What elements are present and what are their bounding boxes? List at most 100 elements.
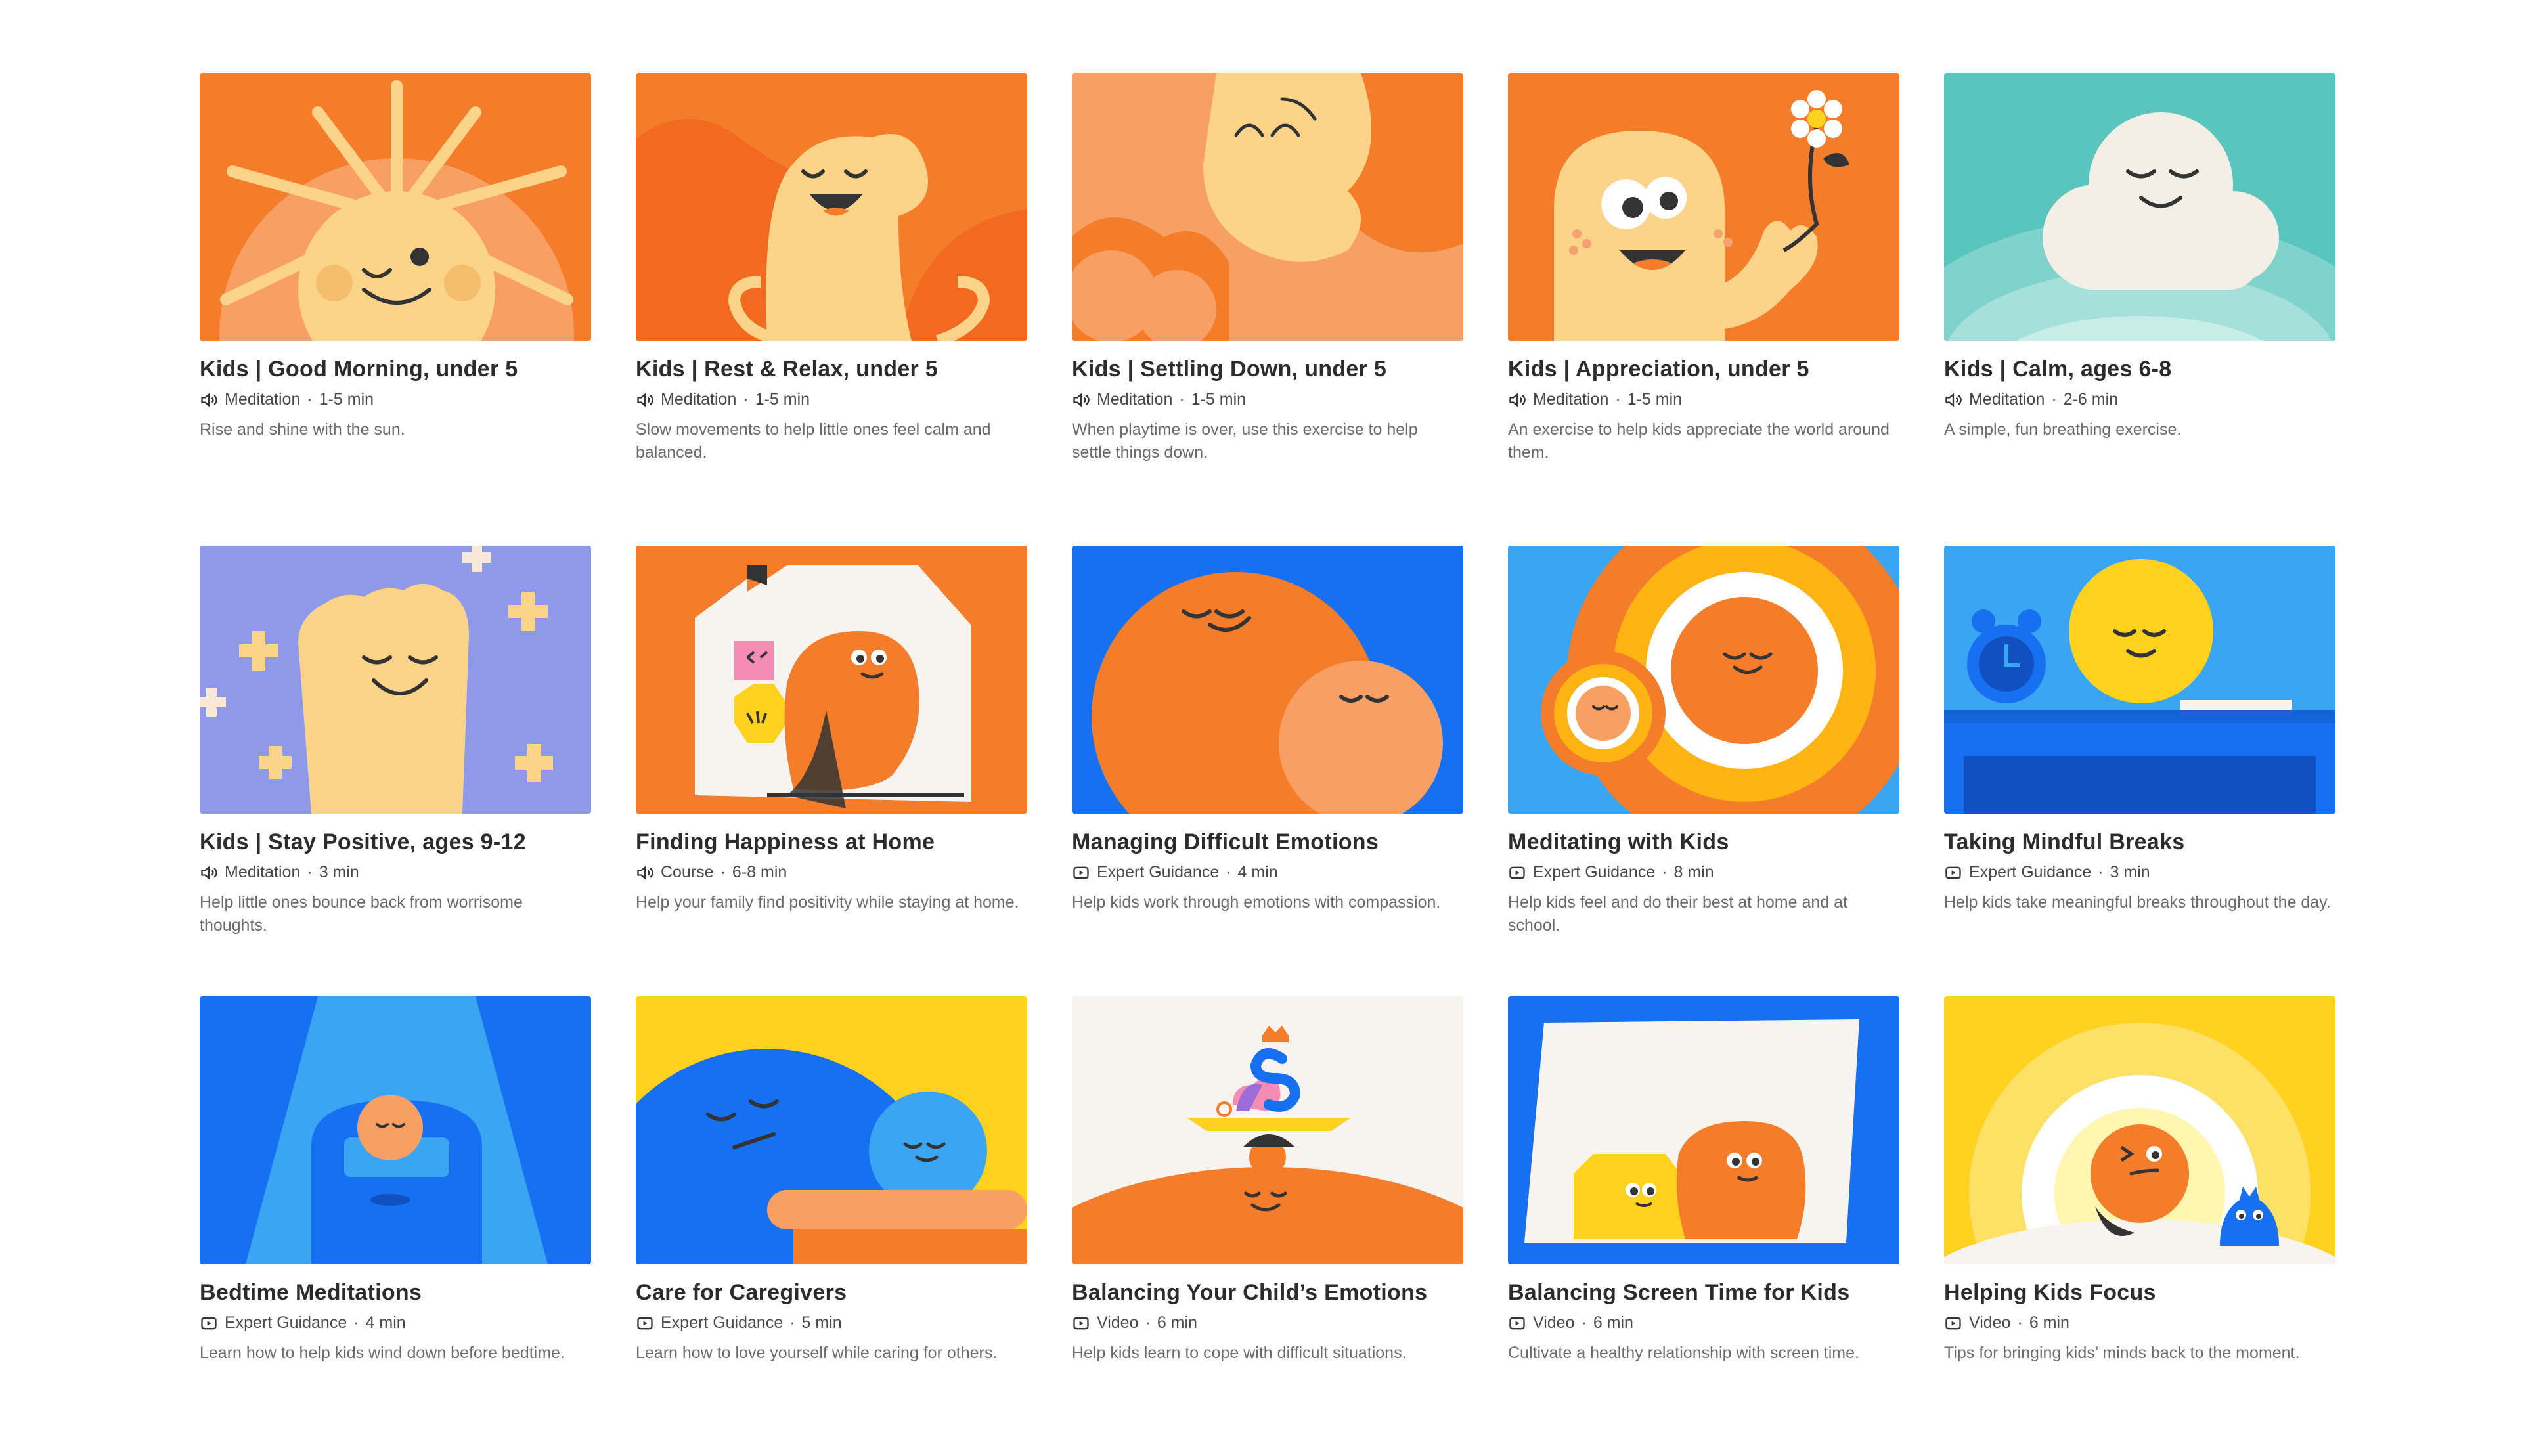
card-meta: Expert Guidance · 3 min: [1944, 863, 2335, 882]
card-type: Video: [1097, 1313, 1139, 1332]
card-duration: 6 min: [1593, 1313, 1633, 1332]
card-type: Course: [661, 863, 714, 881]
content-card[interactable]: Balancing Screen Time for Kids Video · 6…: [1508, 996, 1899, 1456]
card-title[interactable]: Meditating with Kids: [1508, 829, 1899, 855]
card-title[interactable]: Kids | Good Morning, under 5: [200, 357, 591, 382]
meta-separator: ·: [307, 863, 313, 881]
card-title[interactable]: Care for Caregivers: [636, 1280, 1027, 1306]
card-type: Meditation: [1097, 390, 1173, 408]
sun-illustration: [200, 73, 591, 341]
meta-separator: ·: [2051, 390, 2057, 408]
bedtime-illustration: [200, 996, 591, 1264]
card-type: Meditation: [661, 390, 737, 408]
play-icon: [637, 1317, 653, 1329]
card-title[interactable]: Balancing Screen Time for Kids: [1508, 1280, 1899, 1306]
caregivers-illustration: [636, 996, 1027, 1264]
card-type: Expert Guidance: [225, 1313, 347, 1332]
card-description: An exercise to help kids appreciate the …: [1508, 420, 1890, 462]
play-icon: [1509, 1317, 1525, 1329]
card-thumbnail: [200, 996, 591, 1264]
settling-character-illustration: [1072, 73, 1463, 341]
flower-character-illustration: [1508, 73, 1899, 341]
card-meta: Meditation · 2-6 min: [1944, 390, 2335, 409]
card-meta: Expert Guidance · 4 min: [200, 1313, 591, 1333]
card-type: Expert Guidance: [1533, 863, 1656, 881]
play-icon: [1945, 1317, 1961, 1329]
card-title[interactable]: Kids | Appreciation, under 5: [1508, 357, 1899, 382]
card-title[interactable]: Finding Happiness at Home: [636, 829, 1027, 855]
card-description: When playtime is over, use this exercise…: [1072, 420, 1418, 462]
content-card[interactable]: Kids | Good Morning, under 5 Meditation …: [200, 73, 591, 546]
content-card[interactable]: Kids | Settling Down, under 5 Meditation…: [1072, 73, 1463, 546]
card-type: Video: [1969, 1313, 2011, 1332]
content-card[interactable]: Managing Difficult Emotions Expert Guida…: [1072, 546, 1463, 996]
card-description: Help your family find positivity while s…: [636, 893, 1019, 912]
balancing-illustration: [1072, 996, 1463, 1264]
meta-separator: ·: [1581, 1313, 1587, 1332]
card-meta: Video · 6 min: [1508, 1313, 1899, 1333]
card-title[interactable]: Kids | Calm, ages 6-8: [1944, 357, 2335, 382]
meta-separator: ·: [353, 1313, 359, 1332]
card-meta: Expert Guidance · 5 min: [636, 1313, 1027, 1333]
content-card[interactable]: Care for Caregivers Expert Guidance · 5 …: [636, 996, 1027, 1456]
emotions-circles-illustration: [1072, 546, 1463, 814]
content-card[interactable]: Meditating with Kids Expert Guidance · 8…: [1508, 546, 1899, 996]
card-type: Expert Guidance: [1097, 863, 1220, 881]
card-title[interactable]: Kids | Settling Down, under 5: [1072, 357, 1463, 382]
meta-separator: ·: [1179, 390, 1185, 408]
content-card[interactable]: Taking Mindful Breaks Expert Guidance · …: [1944, 546, 2335, 996]
content-card[interactable]: Bedtime Meditations Expert Guidance · 4 …: [200, 996, 591, 1456]
content-card[interactable]: Finding Happiness at Home Course · 6-8 m…: [636, 546, 1027, 996]
meta-separator: ·: [2017, 1313, 2023, 1332]
card-title[interactable]: Kids | Stay Positive, ages 9-12: [200, 829, 591, 855]
alarm-clock-sun-illustration: [1944, 546, 2335, 814]
card-title[interactable]: Taking Mindful Breaks: [1944, 829, 2335, 855]
meta-separator: ·: [743, 390, 749, 408]
meta-separator: ·: [1615, 390, 1621, 408]
content-card[interactable]: Kids | Rest & Relax, under 5 Meditation …: [636, 73, 1027, 546]
content-card[interactable]: Kids | Calm, ages 6-8 Meditation · 2-6 m…: [1944, 73, 2335, 546]
card-type: Expert Guidance: [661, 1313, 784, 1332]
card-title[interactable]: Bedtime Meditations: [200, 1280, 591, 1306]
card-description: Help kids learn to cope with difficult s…: [1072, 1344, 1407, 1362]
card-title[interactable]: Balancing Your Child’s Emotions: [1072, 1280, 1463, 1306]
card-title[interactable]: Kids | Rest & Relax, under 5: [636, 357, 1027, 382]
card-description: Help kids feel and do their best at home…: [1508, 893, 1847, 935]
card-thumbnail: [1072, 546, 1463, 814]
content-card[interactable]: Balancing Your Child’s Emotions Video · …: [1072, 996, 1463, 1456]
card-thumbnail: [636, 546, 1027, 814]
card-description: Rise and shine with the sun.: [200, 420, 405, 439]
focus-illustration: [1944, 996, 2335, 1264]
speaker-icon: [1509, 392, 1526, 407]
meta-separator: ·: [1145, 1313, 1151, 1332]
card-meta: Meditation · 1-5 min: [1508, 390, 1899, 409]
screen-time-illustration: [1508, 996, 1899, 1264]
card-thumbnail: [200, 546, 591, 814]
content-card[interactable]: Kids | Stay Positive, ages 9-12 Meditati…: [200, 546, 591, 996]
play-icon: [1073, 866, 1089, 879]
content-grid: Kids | Good Morning, under 5 Meditation …: [200, 73, 2335, 1456]
card-title[interactable]: Helping Kids Focus: [1944, 1280, 2335, 1306]
card-title[interactable]: Managing Difficult Emotions: [1072, 829, 1463, 855]
card-thumbnail: [1508, 73, 1899, 341]
play-icon: [201, 1317, 217, 1329]
cloud-character-illustration: [1944, 73, 2335, 341]
speaker-icon: [1073, 392, 1090, 407]
positive-character-illustration: [200, 546, 591, 814]
content-card[interactable]: Kids | Appreciation, under 5 Meditation …: [1508, 73, 1899, 546]
home-family-illustration: [636, 546, 1027, 814]
play-icon: [1945, 866, 1961, 879]
card-duration: 3 min: [319, 863, 359, 881]
card-thumbnail: [1944, 546, 2335, 814]
content-card[interactable]: Helping Kids Focus Video · 6 min Tips fo…: [1944, 996, 2335, 1456]
card-meta: Meditation · 1-5 min: [636, 390, 1027, 409]
speaker-icon: [637, 865, 653, 880]
meta-separator: ·: [720, 863, 726, 881]
card-thumbnail: [1072, 73, 1463, 341]
card-meta: Video · 6 min: [1072, 1313, 1463, 1333]
card-thumbnail: [1944, 73, 2335, 341]
card-meta: Expert Guidance · 8 min: [1508, 863, 1899, 882]
play-icon: [1073, 1317, 1089, 1329]
speaker-icon: [1945, 392, 1962, 407]
card-description: A simple, fun breathing exercise.: [1944, 420, 2182, 439]
